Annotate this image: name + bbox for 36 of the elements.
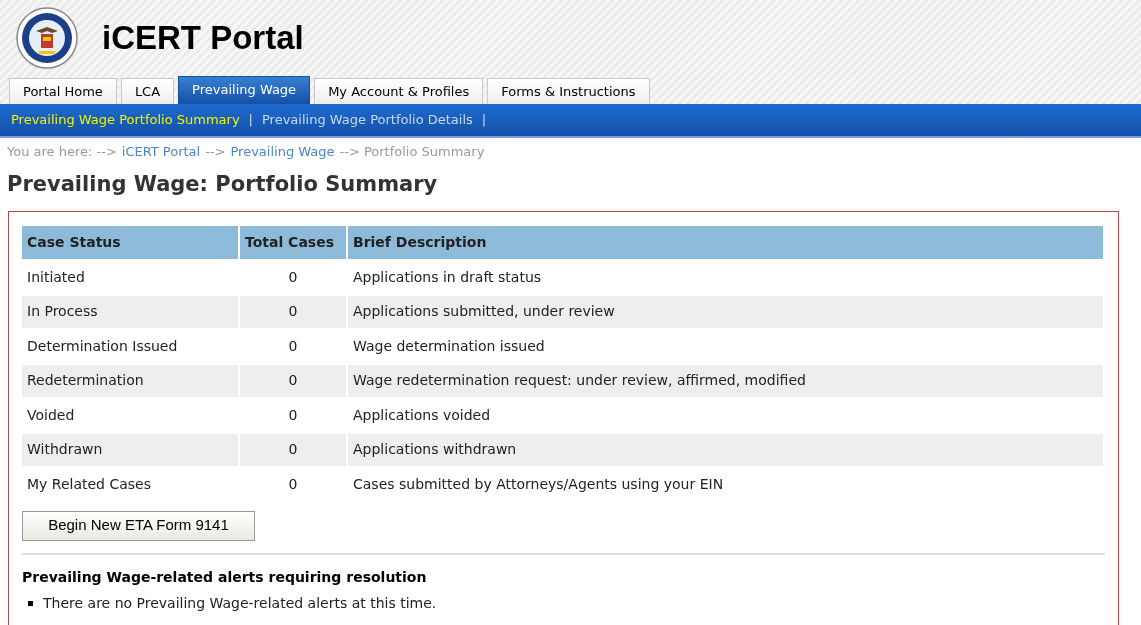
nav-tab[interactable]: Portal Home	[9, 78, 117, 104]
table-cell: Cases submitted by Attorneys/Agents using your EIN	[347, 467, 1104, 502]
table-cell: My Related Cases	[22, 467, 239, 502]
breadcrumb-link[interactable]: iCERT Portal	[121, 142, 201, 162]
nav-separator: |	[480, 111, 488, 130]
nav-tab[interactable]: My Account & Profiles	[314, 78, 484, 104]
table-cell: Wage determination issued	[347, 329, 1104, 364]
table-cell: 0	[239, 398, 347, 433]
table-cell: Applications in draft status	[347, 260, 1104, 295]
bullet-icon	[28, 600, 33, 606]
alerts-heading: Prevailing Wage-related alerts requiring resolution	[22, 567, 428, 587]
portal-title: iCERT Portal	[102, 18, 304, 59]
breadcrumb-link[interactable]: Prevailing Wage	[230, 142, 335, 162]
sub-nav-link[interactable]: Prevailing Wage Portfolio Details	[262, 110, 473, 130]
breadcrumb-text: -->	[205, 143, 226, 161]
table-cell: Applications voided	[347, 398, 1104, 433]
column-header: Total Cases	[239, 226, 347, 260]
table-cell: Initiated	[22, 260, 239, 295]
table-cell: Voided	[22, 398, 239, 433]
sub-nav-link[interactable]: Prevailing Wage Portfolio Summary	[11, 110, 240, 130]
page-title: Prevailing Wage: Portfolio Summary	[6, 170, 439, 198]
nav-tab[interactable]: LCA	[120, 78, 175, 104]
column-header: Case Status	[22, 226, 239, 260]
table-cell: 0	[239, 467, 347, 502]
breadcrumb-text: --> Portfolio Summary	[339, 143, 485, 161]
table-cell: 0	[239, 329, 347, 364]
alert-text: There are no Prevailing Wage-related alerts at this time.	[43, 593, 437, 613]
nav-separator: |	[247, 111, 254, 130]
table-cell: 0	[239, 260, 347, 295]
column-header: Brief Description	[347, 226, 1104, 260]
begin-form-button[interactable]: Begin New ETA Form 9141	[22, 510, 255, 541]
seal-icon	[16, 7, 78, 69]
nav-tab[interactable]: Prevailing Wage	[178, 76, 311, 104]
nav-tab[interactable]: Forms & Instructions	[487, 78, 650, 104]
table-cell: Determination Issued	[22, 329, 239, 364]
breadcrumb-text: You are here: -->	[7, 143, 117, 161]
